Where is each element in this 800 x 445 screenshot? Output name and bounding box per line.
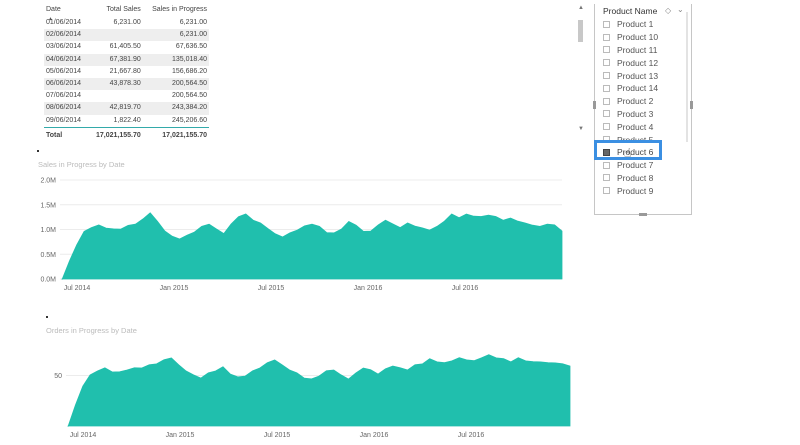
y-tick-label: 50 <box>54 373 62 380</box>
x-tick-label: Jul 2015 <box>264 432 291 439</box>
x-tick-label: Jul 2016 <box>458 432 485 439</box>
orders-in-progress-chart[interactable]: 50 Jul 2014 Jan 2015 Jul 2015 Jan 2016 Jul 20… <box>0 0 800 445</box>
x-tick-label: Jan 2016 <box>360 432 389 439</box>
x-tick-label: Jul 2014 <box>70 432 97 439</box>
x-tick-label: Jan 2015 <box>166 432 195 439</box>
area-series[interactable] <box>67 354 571 427</box>
